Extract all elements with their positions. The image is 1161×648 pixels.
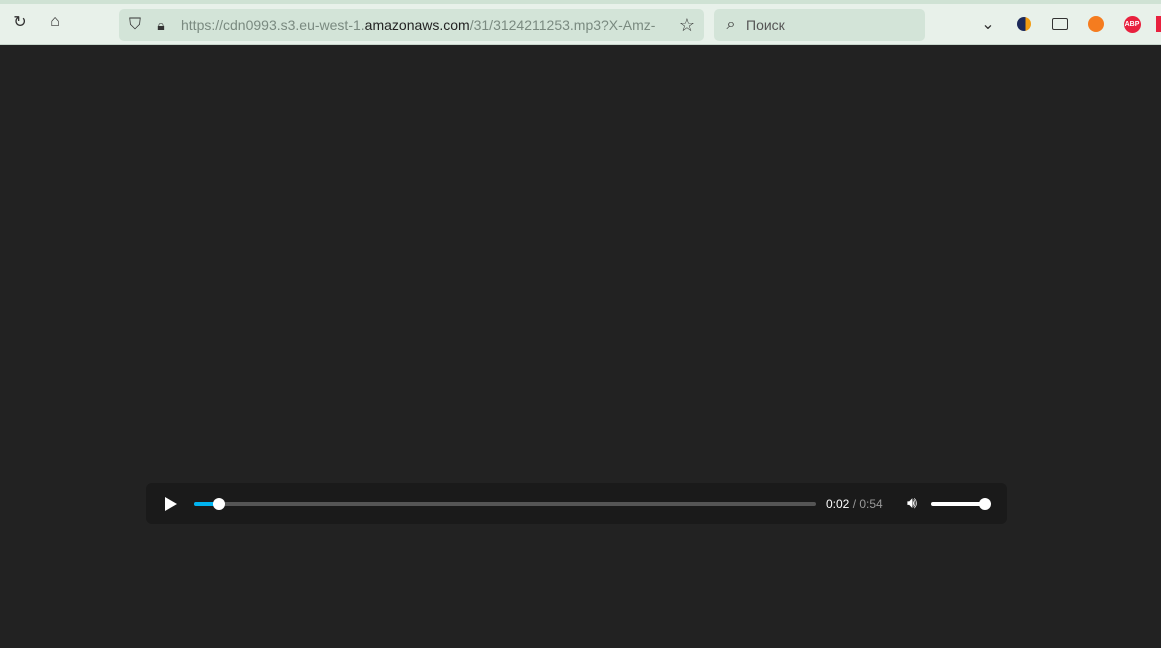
extension-orange-icon[interactable] <box>1086 14 1106 34</box>
audio-player: 0:02 / 0:54 🔊︎ <box>146 483 1007 524</box>
adblock-plus-icon[interactable]: ABP <box>1122 14 1142 34</box>
play-button[interactable] <box>162 494 180 514</box>
extension-icon[interactable] <box>1014 14 1034 34</box>
browser-toolbar: ↻ ⌂ ⛉ 🔒︎ https://cdn0993.s3.eu-west-1.am… <box>0 0 1161 45</box>
search-icon: ⌕ <box>726 16 736 33</box>
lock-icon[interactable]: 🔒︎ <box>153 15 169 35</box>
abp-label: ABP <box>1123 15 1141 33</box>
pocket-icon[interactable]: ⌄ <box>978 14 998 34</box>
seek-slider[interactable] <box>194 498 816 510</box>
reader-view-icon[interactable] <box>1050 14 1070 34</box>
address-bar[interactable]: ⛉ 🔒︎ https://cdn0993.s3.eu-west-1.amazon… <box>119 9 704 41</box>
duration: 0:54 <box>859 497 883 511</box>
search-placeholder: Поиск <box>746 17 785 33</box>
volume-icon[interactable]: 🔊︎ <box>902 494 922 514</box>
url-domain: amazonaws.com <box>364 17 470 33</box>
shield-icon[interactable]: ⛉ <box>125 15 145 35</box>
current-time: 0:02 <box>826 497 850 511</box>
url-prefix: https://cdn0993.s3.eu-west-1. <box>181 17 365 33</box>
url-suffix: /31/3124211253.mp3?X-Amz- <box>469 17 656 33</box>
overflow-extension-icon[interactable] <box>1156 16 1161 32</box>
url-text[interactable]: https://cdn0993.s3.eu-west-1.amazonaws.c… <box>181 17 671 33</box>
home-icon[interactable]: ⌂ <box>45 12 65 32</box>
time-separator: / <box>849 497 860 511</box>
bookmark-star-icon[interactable]: ☆ <box>677 15 697 35</box>
reload-icon[interactable]: ↻ <box>10 12 30 32</box>
seek-thumb[interactable] <box>212 498 225 510</box>
time-display: 0:02 / 0:54 <box>826 497 883 511</box>
volume-thumb[interactable] <box>979 498 991 510</box>
volume-slider[interactable] <box>931 498 991 510</box>
search-box[interactable]: ⌕ Поиск <box>714 9 925 41</box>
